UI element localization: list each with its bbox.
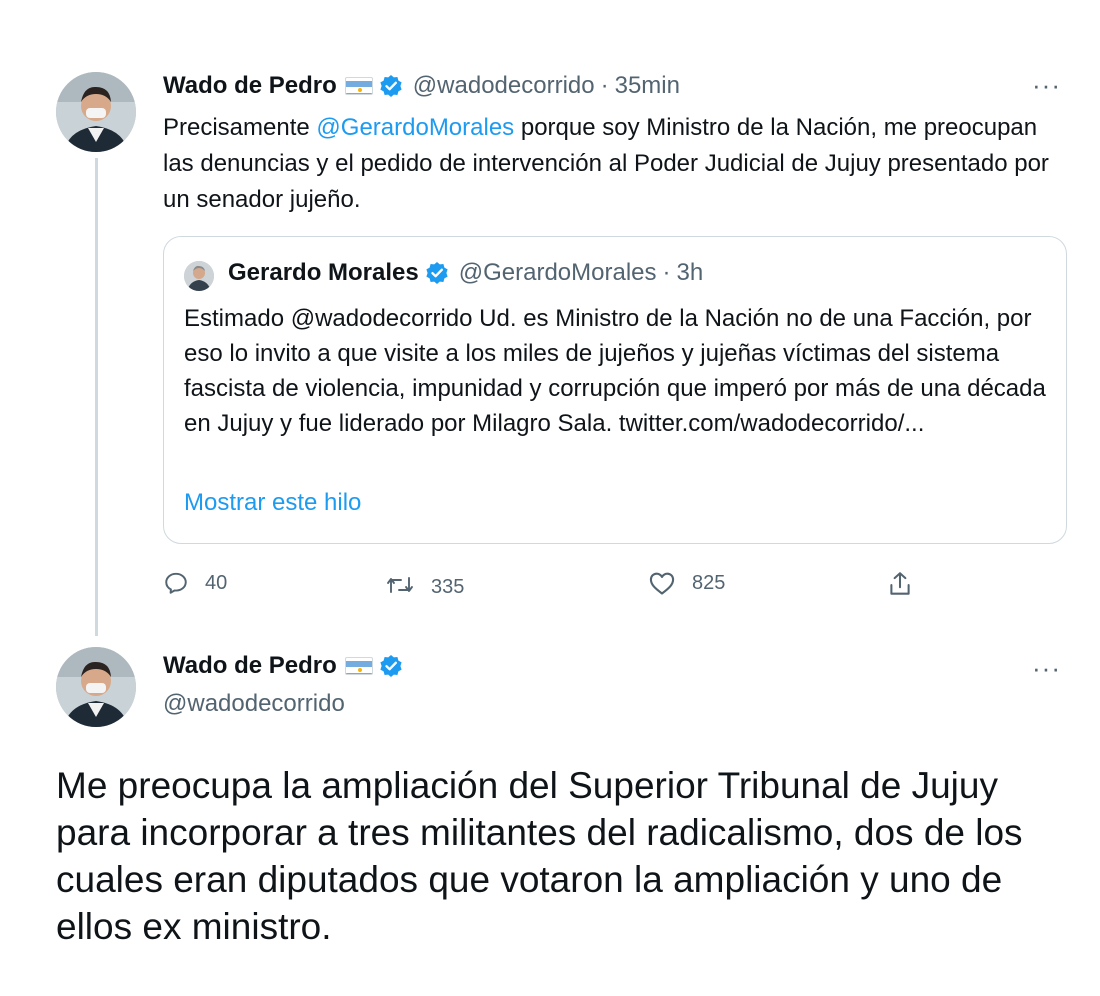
quoted-author-handle[interactable]: @GerardoMorales xyxy=(459,259,657,287)
verified-badge-icon xyxy=(425,261,449,285)
tweet-text: Me preocupa la ampliación del Superior T… xyxy=(56,765,1023,947)
verified-badge-icon xyxy=(379,74,403,98)
tweet-header: Wado de Pedro xyxy=(163,652,403,680)
separator-dot: · xyxy=(600,72,609,99)
retweet-count: 335 xyxy=(431,576,465,598)
retweet-icon xyxy=(387,576,413,593)
thread-connector-line xyxy=(95,158,98,636)
retweet-button[interactable]: 335 xyxy=(385,570,464,599)
author-handle[interactable]: @wadodecorrido xyxy=(413,72,595,100)
tweet-header: Wado de Pedro @wadodecorrido · 35min xyxy=(163,72,680,100)
heart-icon xyxy=(649,572,675,595)
reply-icon xyxy=(165,572,187,594)
quoted-tweet-card[interactable]: Gerardo Morales @GerardoMorales · 3h Est… xyxy=(163,236,1067,544)
tweet-text-part: Precisamente xyxy=(163,114,317,141)
like-button[interactable]: 825 xyxy=(648,570,725,596)
tweet-actions-bar: 40 335 825 xyxy=(163,570,923,606)
quoted-tweet-text: Estimado @wadodecorrido Ud. es Ministro … xyxy=(184,305,1046,437)
author-name[interactable]: Wado de Pedro xyxy=(163,652,337,680)
argentina-flag-icon xyxy=(344,77,373,95)
separator-dot: · xyxy=(662,259,671,286)
argentina-flag-icon xyxy=(344,657,373,675)
mention-link[interactable]: @GerardoMorales xyxy=(316,114,514,141)
quoted-tweet-timestamp[interactable]: 3h xyxy=(677,259,704,287)
quoted-author-name[interactable]: Gerardo Morales xyxy=(228,259,419,287)
quoted-tweet-header: Gerardo Morales @GerardoMorales · 3h xyxy=(228,259,703,287)
reply-button[interactable]: 40 xyxy=(163,570,227,596)
avatar[interactable] xyxy=(56,647,136,727)
more-options-icon[interactable]: ··· xyxy=(1032,655,1061,681)
share-button[interactable] xyxy=(887,570,929,598)
tweet-text: Precisamente @GerardoMorales porque soy … xyxy=(163,110,1053,218)
tweet-timestamp[interactable]: 35min xyxy=(615,72,680,100)
like-count: 825 xyxy=(692,571,726,594)
author-handle[interactable]: @wadodecorrido xyxy=(163,690,345,718)
verified-badge-icon xyxy=(379,654,403,678)
quoted-avatar[interactable] xyxy=(184,261,214,291)
reply-count: 40 xyxy=(205,571,228,594)
more-options-icon[interactable]: ··· xyxy=(1032,72,1061,98)
author-name[interactable]: Wado de Pedro xyxy=(163,72,337,100)
twitter-thread-screenshot: Wado de Pedro @wadodecorrido · 35min ···… xyxy=(0,0,1100,996)
share-icon xyxy=(890,572,910,595)
show-thread-link[interactable]: Mostrar este hilo xyxy=(184,489,361,517)
avatar[interactable] xyxy=(56,72,136,152)
